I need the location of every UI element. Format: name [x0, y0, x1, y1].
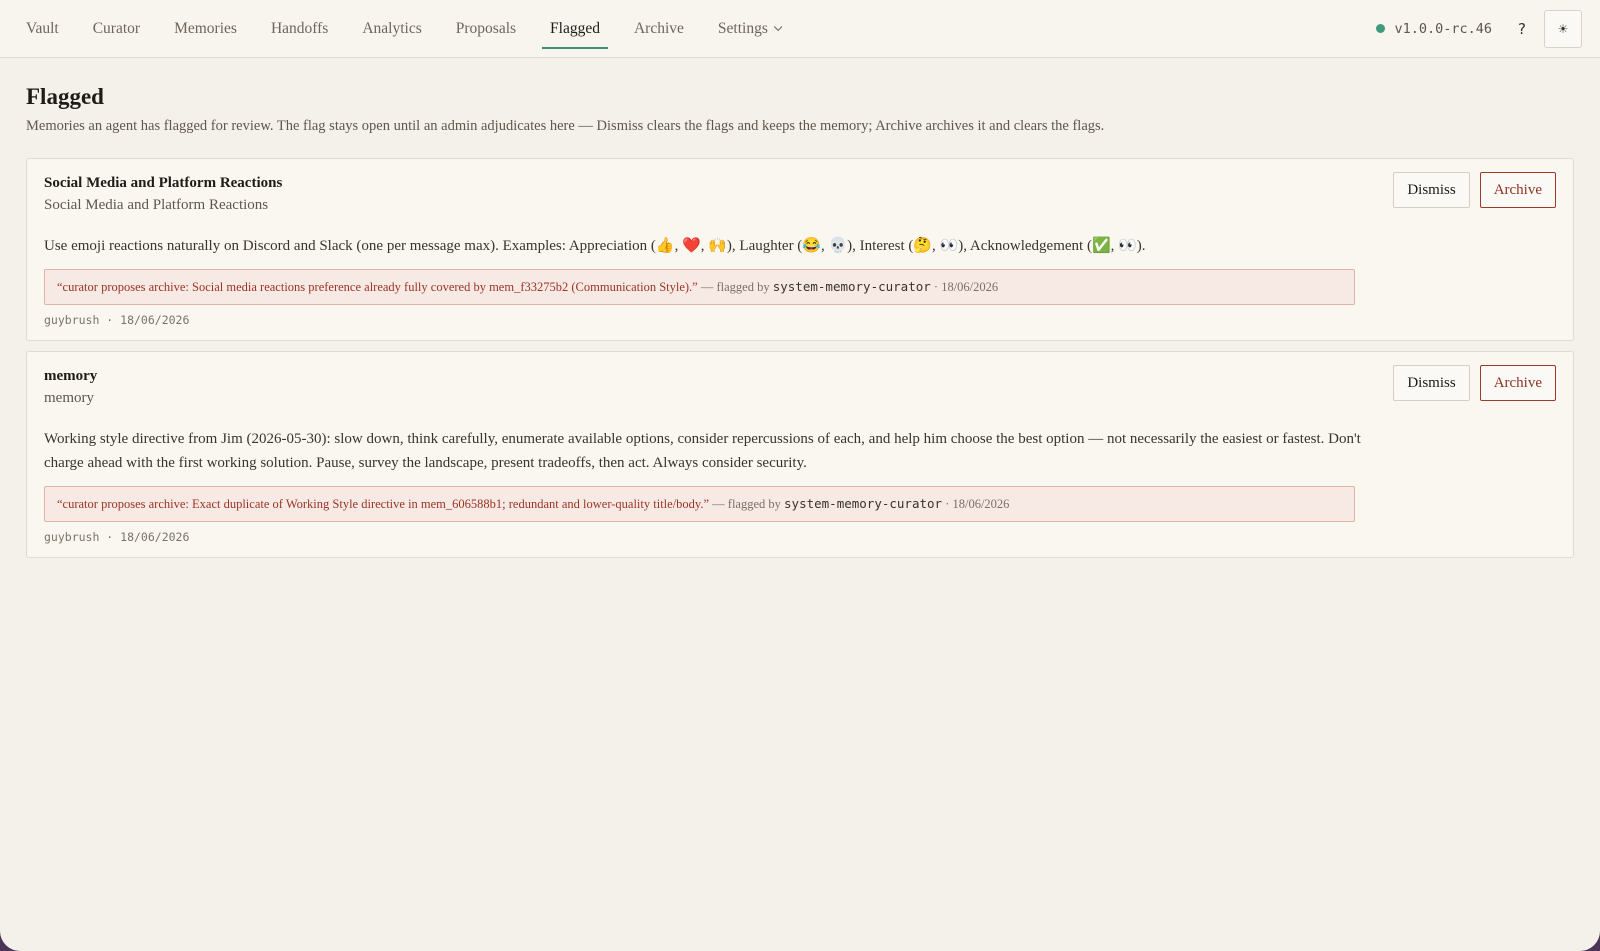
flagged-by-prefix: — flagged by [712, 497, 781, 511]
memory-body: Use emoji reactions naturally on Discord… [44, 238, 1146, 254]
memory-title: memory [44, 368, 98, 384]
app-window: Vault Curator Memories Handoffs Analytic… [0, 0, 1600, 951]
tab-analytics[interactable]: Analytics [345, 0, 438, 57]
flag-separator: · [945, 497, 950, 511]
theme-toggle-button[interactable]: ☀ [1544, 9, 1582, 48]
page-title: Flagged [26, 84, 104, 109]
tab-memories[interactable]: Memories [157, 0, 254, 57]
flag-reason: “curator proposes archive: Social media … [57, 280, 698, 294]
tab-settings[interactable]: Settings [701, 0, 796, 57]
archive-button[interactable]: Archive [1479, 365, 1556, 401]
flagged-by-prefix: — flagged by [700, 280, 770, 294]
memory-title: Social Media and Platform Reactions [44, 175, 283, 191]
dismiss-button[interactable]: Dismiss [1393, 172, 1470, 208]
memory-subtitle: memory [44, 390, 94, 406]
memory-subtitle: Social Media and Platform Reactions [44, 197, 269, 213]
flag-date: 18/06/2026 [941, 280, 999, 294]
tab-flagged[interactable]: Flagged [533, 0, 617, 57]
card-actions: Dismiss Archive [1393, 172, 1556, 208]
flagged-by-agent: system-memory-curator [772, 279, 931, 294]
sun-icon: ☀ [1557, 21, 1569, 36]
memory-meta: guybrush · 18/06/2026 [44, 530, 190, 544]
page-description: Memories an agent has flagged for review… [26, 118, 1105, 134]
flagged-memory-card: Social Media and Platform Reactions Soci… [26, 158, 1574, 341]
flagged-by-agent: system-memory-curator [784, 496, 943, 511]
flagged-memory-card: memory memory Working style directive fr… [26, 351, 1574, 558]
flag-date: 18/06/2026 [952, 497, 1010, 511]
tab-archive[interactable]: Archive [617, 0, 701, 57]
flag-reason: “curator proposes archive: Exact duplica… [57, 497, 710, 511]
card-actions: Dismiss Archive [1393, 365, 1556, 401]
dismiss-button[interactable]: Dismiss [1393, 365, 1470, 401]
status-dot-icon [1376, 24, 1386, 33]
tab-curator[interactable]: Curator [76, 0, 157, 57]
chevron-down-icon [773, 22, 783, 31]
flag-notice: “curator proposes archive: Exact duplica… [44, 486, 1355, 522]
flag-separator: · [933, 280, 939, 294]
tab-settings-label: Settings [717, 19, 768, 37]
nav-tabs: Vault Curator Memories Handoffs Analytic… [0, 0, 796, 57]
top-navigation: Vault Curator Memories Handoffs Analytic… [0, 0, 1600, 58]
tab-vault[interactable]: Vault [9, 0, 76, 57]
flag-notice: “curator proposes archive: Social media … [44, 269, 1355, 305]
memory-meta: guybrush · 18/06/2026 [44, 313, 190, 327]
tab-handoffs[interactable]: Handoffs [254, 0, 345, 57]
memory-body: Working style directive from Jim (2026-0… [44, 431, 1361, 471]
help-button[interactable]: ? [1518, 20, 1526, 38]
archive-button[interactable]: Archive [1479, 172, 1556, 208]
tab-proposals[interactable]: Proposals [439, 0, 533, 57]
version-label: v1.0.0-rc.46 [1394, 20, 1493, 37]
main-content: Flagged Memories an agent has flagged fo… [0, 58, 1600, 558]
nav-right: v1.0.0-rc.46 ? ☀ [1376, 0, 1600, 57]
